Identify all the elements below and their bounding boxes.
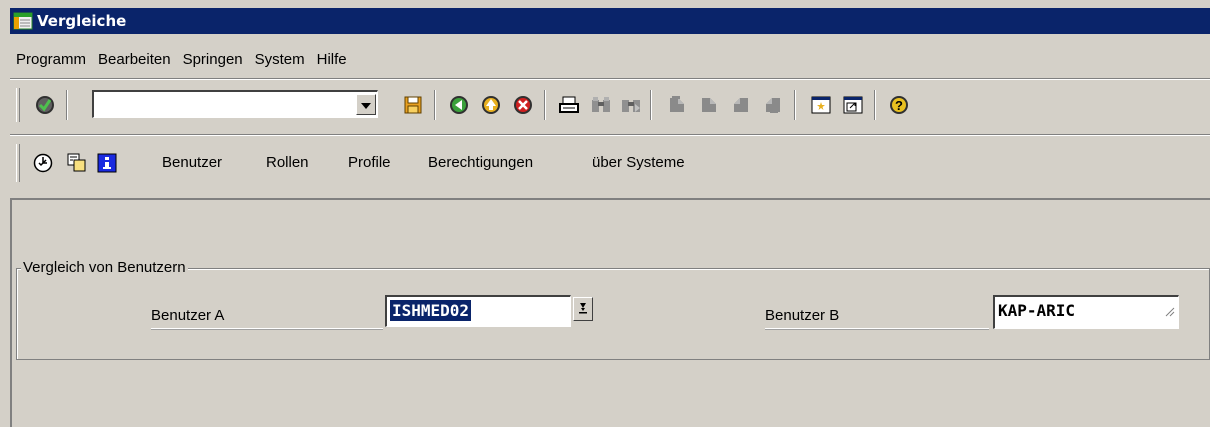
command-field[interactable]	[92, 90, 378, 118]
menu-programm[interactable]: Programm	[10, 51, 92, 68]
info-icon[interactable]	[94, 150, 120, 176]
enter-icon[interactable]	[32, 92, 58, 118]
toolbar-handle	[16, 144, 20, 182]
user-b-field[interactable]: KAP-ARIC	[993, 295, 1179, 329]
exit-icon[interactable]	[478, 92, 504, 118]
print-icon[interactable]	[556, 92, 582, 118]
user-a-value: ISHMED02	[390, 300, 472, 321]
last-page-icon[interactable]	[760, 92, 786, 118]
comparison-group-box: Vergleich von Benutzern Benutzer A ISHME…	[16, 259, 1210, 360]
toolbar-separator	[544, 90, 546, 120]
menu-bearbeiten[interactable]: Bearbeiten	[92, 51, 177, 68]
menu-bar: Programm Bearbeiten Springen System Hilf…	[10, 44, 353, 74]
toolbar-divider	[10, 134, 1210, 136]
find-next-icon[interactable]	[618, 92, 644, 118]
menu-system[interactable]: System	[249, 51, 311, 68]
rollen-button[interactable]: Rollen	[266, 154, 309, 171]
user-a-label: Benutzer A	[151, 307, 383, 329]
toolbar-separator	[434, 90, 436, 120]
command-field-dropdown[interactable]	[356, 94, 376, 115]
toolbar-divider	[10, 78, 1210, 80]
menu-hilfe[interactable]: Hilfe	[311, 51, 353, 68]
application-toolbar: Benutzer Rollen Profile Berechtigungen ü…	[10, 138, 1210, 190]
cancel-icon[interactable]	[510, 92, 536, 118]
menu-springen[interactable]: Springen	[177, 51, 249, 68]
window-title: Vergleiche	[37, 12, 127, 30]
toolbar-separator	[66, 90, 68, 120]
shortcut-icon[interactable]	[840, 92, 866, 118]
standard-toolbar: ?	[10, 82, 1210, 130]
create-session-icon[interactable]	[808, 92, 834, 118]
chevron-down-icon	[361, 96, 371, 113]
title-bar: Vergleiche	[10, 8, 1210, 34]
toolbar-handle	[16, 88, 20, 122]
back-icon[interactable]	[446, 92, 472, 118]
save-icon[interactable]	[400, 92, 426, 118]
copy-compare-icon[interactable]	[64, 150, 90, 176]
berechtigungen-button[interactable]: Berechtigungen	[428, 154, 533, 171]
next-page-icon[interactable]	[728, 92, 754, 118]
previous-page-icon[interactable]	[696, 92, 722, 118]
user-b-value: KAP-ARIC	[998, 301, 1076, 320]
execute-clock-icon[interactable]	[30, 150, 56, 176]
user-a-field[interactable]: ISHMED02	[385, 295, 571, 327]
first-page-icon[interactable]	[664, 92, 690, 118]
group-title: Vergleich von Benutzern	[21, 259, 188, 276]
toolbar-separator	[650, 90, 652, 120]
user-a-value-help-button[interactable]	[573, 297, 593, 321]
find-icon[interactable]	[588, 92, 614, 118]
resize-corner-icon	[1165, 298, 1175, 326]
help-icon[interactable]: ?	[886, 92, 912, 118]
toolbar-separator	[874, 90, 876, 120]
ueber-systeme-button[interactable]: über Systeme	[592, 154, 685, 171]
benutzer-button[interactable]: Benutzer	[162, 154, 222, 171]
user-b-label: Benutzer B	[765, 307, 989, 329]
sap-window-icon	[13, 11, 33, 31]
dropdown-arrow-icon	[578, 301, 588, 318]
profile-button[interactable]: Profile	[348, 154, 391, 171]
main-area: Vergleich von Benutzern Benutzer A ISHME…	[10, 198, 1210, 427]
toolbar-separator	[794, 90, 796, 120]
svg-text:?: ?	[895, 98, 903, 113]
